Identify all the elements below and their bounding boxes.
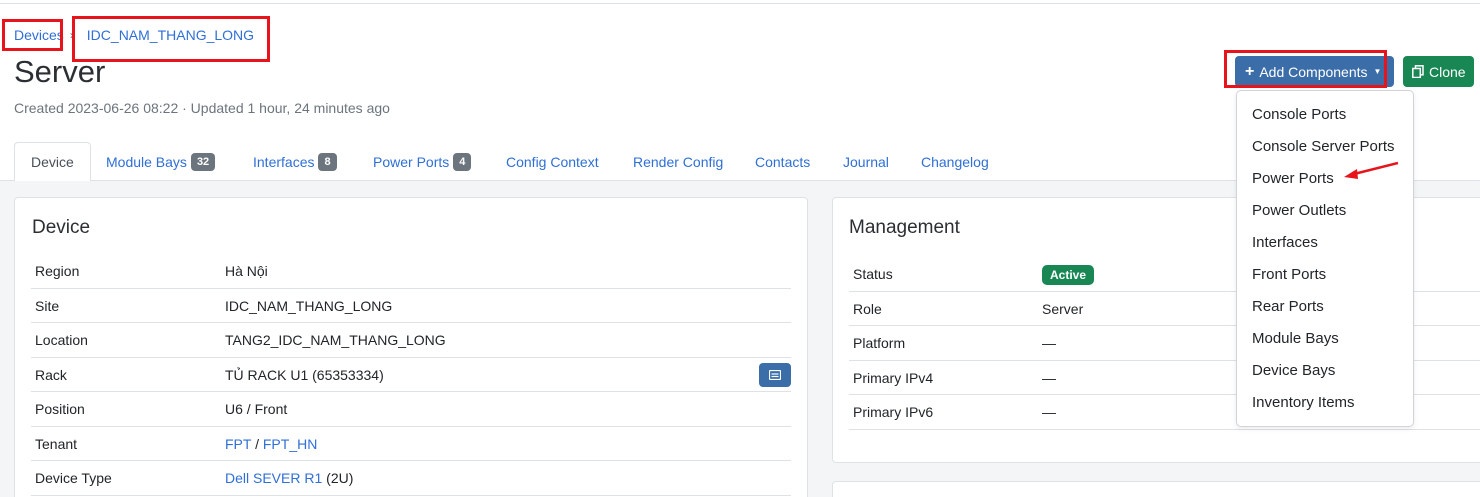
device-row-location: Location TANG2_IDC_NAM_THANG_LONG — [31, 323, 791, 358]
count-badge: 32 — [190, 152, 216, 171]
location-link[interactable]: TANG2_IDC_NAM_THANG_LONG — [225, 332, 446, 348]
device-row-tenant: Tenant FPT / FPT_HN — [31, 427, 791, 461]
annotation-arrow — [1344, 161, 1399, 179]
clone-button[interactable]: Clone — [1403, 56, 1474, 87]
tab-contacts[interactable]: Contacts — [739, 142, 826, 181]
menu-item-inventory-items[interactable]: Inventory Items — [1252, 394, 1355, 411]
tab-label: Interfaces — [253, 153, 315, 170]
tab-label: Changelog — [921, 153, 989, 170]
menu-item-rear-ports[interactable]: Rear Ports — [1252, 298, 1324, 315]
menu-item-power-ports[interactable]: Power Ports — [1252, 170, 1334, 187]
tab-label: Module Bays — [106, 153, 187, 170]
tenant-value: FPT / FPT_HN — [225, 436, 317, 452]
card-title: Management — [849, 217, 960, 238]
status-badge: Active — [1042, 264, 1095, 285]
device-row-rack: Rack TỦ RACK U1 (65353334) — [31, 358, 791, 392]
menu-item-device-bays[interactable]: Device Bays — [1252, 362, 1335, 379]
row-label: Rack — [35, 366, 67, 383]
count-badge: 8 — [318, 152, 337, 171]
card-title: Device — [32, 217, 91, 238]
position-value: U6 / Front — [225, 401, 288, 417]
breadcrumb-devices-link[interactable]: Devices — [14, 27, 64, 43]
device-row-region: Region Hà Nội — [31, 254, 791, 289]
menu-item-module-bays[interactable]: Module Bays — [1252, 330, 1339, 347]
row-label: Primary IPv6 — [853, 404, 934, 420]
row-label: Platform — [853, 335, 906, 351]
row-label: Role — [853, 300, 882, 317]
menu-item-console-ports[interactable]: Console Ports — [1252, 106, 1346, 123]
tenant-group-link[interactable]: FPT — [225, 436, 251, 452]
menu-item-console-server-ports[interactable]: Console Server Ports — [1252, 138, 1395, 155]
rack-view-button[interactable] — [759, 363, 791, 387]
tab-device[interactable]: Device — [14, 142, 91, 182]
row-label: Status — [853, 265, 893, 282]
menu-item-interfaces[interactable]: Interfaces — [1252, 234, 1318, 251]
region-link[interactable]: Hà Nội — [225, 263, 268, 279]
add-components-menu: Console Ports Console Server Ports Power… — [1236, 90, 1414, 427]
row-label: Region — [35, 263, 80, 279]
clone-label: Clone — [1429, 63, 1466, 80]
role-link[interactable]: Server — [1042, 301, 1083, 317]
rack-icon — [769, 370, 781, 380]
row-label: Tenant — [35, 435, 78, 452]
status-value: Active — [1042, 264, 1095, 285]
tab-label: Journal — [843, 153, 889, 170]
tab-config-context[interactable]: Config Context — [490, 142, 615, 181]
created-updated-text: Created 2023-06-26 08:22 · Updated 1 hou… — [14, 100, 390, 116]
ipv4-value: — — [1042, 369, 1056, 386]
tab-label: Render Config — [633, 153, 724, 170]
copy-icon — [1412, 65, 1424, 78]
device-row-position: Position U6 / Front — [31, 392, 791, 427]
device-row-site: Site IDC_NAM_THANG_LONG — [31, 289, 791, 323]
row-label: Device Type — [35, 470, 112, 486]
page-title: Server — [14, 54, 106, 89]
menu-item-front-ports[interactable]: Front Ports — [1252, 266, 1326, 283]
add-components-label: Add Components — [1259, 63, 1368, 80]
device-type-value: Dell SEVER R1 (2U) — [225, 470, 353, 486]
tab-changelog[interactable]: Changelog — [905, 142, 1005, 181]
row-label: Position — [35, 401, 85, 417]
tab-render-config[interactable]: Render Config — [617, 142, 739, 181]
tab-module-bays[interactable]: Module Bays 32 — [90, 142, 231, 181]
tab-label: Contacts — [755, 153, 811, 170]
tab-journal[interactable]: Journal — [827, 142, 905, 181]
add-components-button[interactable]: + Add Components ▼ — [1235, 56, 1394, 87]
tenant-separator: / — [251, 435, 263, 452]
tab-label: Config Context — [506, 153, 599, 170]
secondary-card — [832, 481, 1480, 497]
breadcrumb-site-link[interactable]: IDC_NAM_THANG_LONG — [87, 27, 254, 43]
tenant-link[interactable]: FPT_HN — [263, 436, 317, 452]
count-badge: 4 — [453, 152, 472, 171]
caret-down-icon: ▼ — [1373, 67, 1382, 76]
breadcrumb-separator: › — [69, 28, 74, 42]
site-link[interactable]: IDC_NAM_THANG_LONG — [225, 298, 392, 314]
platform-value: — — [1042, 335, 1056, 351]
tab-label: Power Ports — [373, 153, 450, 170]
breadcrumb: Devices › IDC_NAM_THANG_LONG — [14, 27, 254, 43]
rack-link[interactable]: TỦ RACK U1 (65353334) — [225, 367, 384, 383]
device-type-link[interactable]: Dell SEVER R1 — [225, 470, 322, 486]
device-type-height: (2U) — [322, 470, 354, 486]
tab-power-ports[interactable]: Power Ports 4 — [357, 142, 487, 181]
plus-icon: + — [1245, 62, 1255, 80]
top-divider — [0, 3, 1480, 4]
tab-label: Device — [31, 154, 74, 170]
row-label: Primary IPv4 — [853, 369, 934, 386]
device-row-device-type: Device Type Dell SEVER R1 (2U) — [31, 461, 791, 496]
menu-item-power-outlets[interactable]: Power Outlets — [1252, 202, 1346, 219]
tab-interfaces[interactable]: Interfaces 8 — [237, 142, 353, 181]
ipv6-value: — — [1042, 404, 1056, 420]
row-label: Location — [35, 332, 88, 348]
row-label: Site — [35, 297, 60, 314]
